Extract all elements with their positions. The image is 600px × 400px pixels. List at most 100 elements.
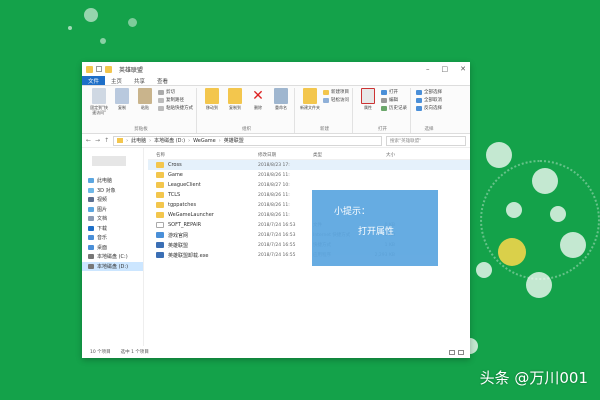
tab-home[interactable]: 主页 [105,76,128,85]
column-header-row: 名称 修改日期 类型 大小 [148,150,470,160]
document-icon [88,216,94,222]
sidebar-item-3d-objects[interactable]: 3D 对象 [88,186,143,196]
organize-group: 移动到 复制到 ✕ 删除 重命名 组织 [199,88,295,133]
move-folder-icon [205,88,219,104]
music-icon [88,235,94,241]
decor-hub [498,238,526,266]
item-count: 10 个项目 [90,350,111,355]
sidebar-item-desktop[interactable]: 桌面 [88,243,143,253]
new-folder-button[interactable]: 新建文件夹 [300,88,320,110]
folder-icon [156,192,164,198]
decor-dot [68,26,72,30]
sidebar-item-this-pc[interactable]: 此电脑 [88,176,143,186]
watermark: 头条 @万川001 [479,369,588,387]
column-date[interactable]: 修改日期 [258,152,313,158]
file-row[interactable]: Game 2018/8/26 11: [148,170,470,180]
forward-arrow-icon[interactable]: → [95,137,100,144]
sidebar-item-music[interactable]: 音乐 [88,233,143,243]
tip-text: 打开属性 [358,227,395,237]
new-folder-icon [303,88,317,104]
file-row[interactable]: LeagueClient 2018/8/27 10: [148,180,470,190]
sidebar-item-drive-c[interactable]: 本地磁盘 (C:) [88,252,143,262]
pin-icon [92,88,106,104]
blurred-item [92,156,126,166]
properties-quick-icon[interactable] [96,66,102,72]
tab-share[interactable]: 共享 [128,76,151,85]
close-icon[interactable]: ✕ [460,65,466,73]
decor-node [476,262,492,278]
delete-button[interactable]: ✕ 删除 [248,88,268,110]
breadcrumb-lol[interactable]: 英雄联盟 [224,137,244,144]
sidebar-item-videos[interactable]: 视频 [88,195,143,205]
clipboard-group: 固定到"快速访问" 复制 粘贴 剪切 复制路径 粘贴快捷方式 剪贴板 [86,88,197,133]
column-size[interactable]: 大小 [363,152,395,158]
scissors-icon [158,89,164,95]
folder-icon [117,138,124,143]
computer-icon [88,178,94,184]
sidebar-item-drive-d[interactable]: 本地磁盘 (D:) [82,261,143,271]
new-group: 新建文件夹 新建项目 轻松访问 新建 [297,88,353,133]
properties-button[interactable]: 属性 [358,88,378,110]
invert-selection-button[interactable]: 反向选择 [416,105,442,111]
search-input[interactable]: 搜索"英雄联盟" [386,135,466,146]
column-name[interactable]: 名称 [148,152,258,158]
tab-view[interactable]: 查看 [151,76,174,85]
maximize-icon[interactable]: □ [442,65,449,73]
download-icon [88,225,94,231]
select-none-icon [416,97,422,103]
sidebar-item-downloads[interactable]: 下载 [88,224,143,234]
pin-quick-access-button[interactable]: 固定到"快速访问" [89,88,109,115]
paste-button[interactable]: 粘贴 [135,88,155,110]
path-icon [158,97,164,103]
edit-icon [381,97,387,103]
properties-icon [361,88,375,104]
decor-dot [84,8,98,22]
group-label: 剪贴板 [134,127,148,132]
select-none-button[interactable]: 全部取消 [416,97,442,103]
move-to-button[interactable]: 移动到 [202,88,222,110]
up-arrow-icon[interactable]: ↑ [104,137,109,144]
file-row[interactable]: Cross 2018/8/23 17: [148,160,470,170]
folder-icon [156,162,164,168]
delete-x-icon: ✕ [252,88,264,104]
group-label: 打开 [378,127,387,132]
column-type[interactable]: 类型 [313,152,363,158]
file-icon [156,222,164,228]
details-view-icon[interactable] [449,349,455,355]
copy-button[interactable]: 复制 [112,88,132,110]
minimize-icon[interactable]: – [426,65,430,73]
breadcrumb-wegame[interactable]: WeGame [193,138,216,144]
address-bar[interactable]: › 此电脑 › 本地磁盘 (D:) › WeGame › 英雄联盟 [113,135,382,146]
copy-icon [115,88,129,104]
folder-icon [86,65,93,73]
copy-path-button[interactable]: 复制路径 [158,97,193,103]
breadcrumb-this-pc[interactable]: 此电脑 [131,137,146,144]
cube-icon [88,187,94,193]
easy-access-icon [323,97,329,103]
easy-access-button[interactable]: 轻松访问 [323,97,349,103]
select-all-button[interactable]: 全部选择 [416,89,442,95]
copy-to-button[interactable]: 复制到 [225,88,245,110]
paste-shortcut-button[interactable]: 粘贴快捷方式 [158,105,193,111]
breadcrumb-drive-d[interactable]: 本地磁盘 (D:) [154,137,185,144]
new-folder-quick-icon[interactable] [105,65,112,73]
open-group: 属性 打开 编辑 历史记录 打开 [355,88,411,133]
edit-button[interactable]: 编辑 [381,97,407,103]
large-icons-view-icon[interactable] [458,349,464,355]
cut-button[interactable]: 剪切 [158,89,193,95]
back-arrow-icon[interactable]: ← [86,137,91,144]
new-item-button[interactable]: 新建项目 [323,89,349,95]
open-icon [381,89,387,95]
tab-file[interactable]: 文件 [82,76,106,85]
decor-node [550,206,566,222]
history-button[interactable]: 历史记录 [381,105,407,111]
decor-node [526,272,552,298]
rename-button[interactable]: 重命名 [271,88,291,110]
open-button[interactable]: 打开 [381,89,407,95]
ribbon-tabs: 文件 主页 共享 查看 [82,76,470,86]
ribbon: 固定到"快速访问" 复制 粘贴 剪切 复制路径 粘贴快捷方式 剪贴板 移动到 复… [82,86,470,134]
folder-icon [156,182,164,188]
decor-node [506,202,522,218]
sidebar-item-documents[interactable]: 文档 [88,214,143,224]
sidebar-item-pictures[interactable]: 图片 [88,205,143,215]
